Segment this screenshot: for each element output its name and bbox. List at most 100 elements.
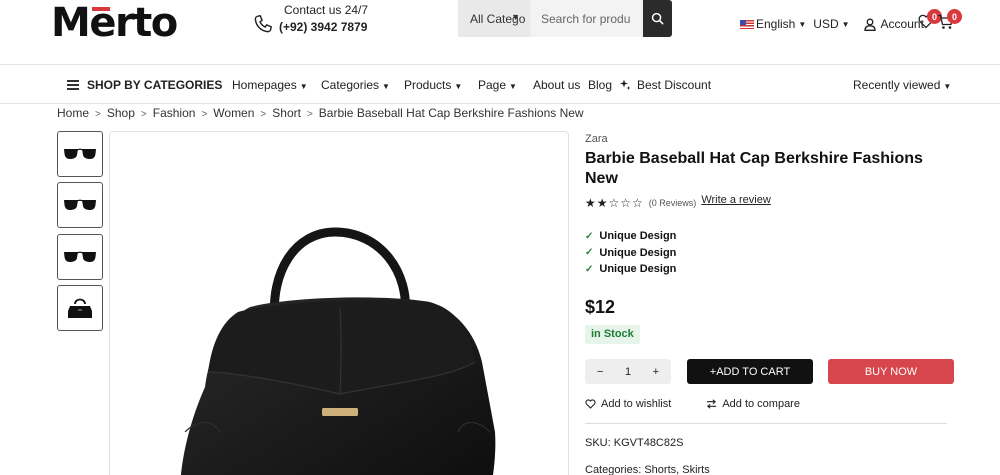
header-tools: English ▼ USD ▼ Account xyxy=(740,16,924,32)
logo[interactable]: Merto xyxy=(51,0,178,46)
nav-label: Page xyxy=(478,78,507,92)
nav-blog[interactable]: Blog xyxy=(588,78,612,92)
nav-best-discount[interactable]: Best Discount xyxy=(620,78,711,92)
thumbnail-sunglasses[interactable] xyxy=(57,131,103,177)
nav-label: Products xyxy=(404,78,452,92)
wishlist-button[interactable]: 0 xyxy=(918,9,942,32)
chevron-right-icon: > xyxy=(95,109,101,120)
add-to-compare-label: Add to compare xyxy=(722,398,800,410)
feature-item: ✓ Unique Design xyxy=(585,228,676,245)
rating-row: ★★☆☆☆ (0 Reviews) Write a review xyxy=(585,194,771,210)
breadcrumb-current: Barbie Baseball Hat Cap Berkshire Fashio… xyxy=(318,106,584,120)
breadcrumb-women[interactable]: Women xyxy=(213,106,254,120)
sku-value: KGVT48C82S xyxy=(613,437,684,449)
search-icon xyxy=(651,12,664,25)
sunglasses-image xyxy=(64,148,96,159)
chevron-down-icon: ▼ xyxy=(943,82,952,91)
check-icon: ✓ xyxy=(585,263,594,275)
language-select[interactable]: English xyxy=(756,17,795,31)
nav-label: Best Discount xyxy=(637,78,712,92)
breadcrumb-fashion[interactable]: Fashion xyxy=(153,106,196,120)
quantity-value[interactable]: 1 xyxy=(625,366,631,378)
chevron-down-icon: ▼ xyxy=(299,82,308,91)
chevron-down-icon: ▼ xyxy=(841,19,850,29)
contact-label: Contact us 24/7 xyxy=(284,3,369,17)
shop-by-label: SHOP BY CATEGORIES xyxy=(87,78,223,92)
nav-label: Blog xyxy=(588,78,613,92)
feature-item: ✓ Unique Design xyxy=(585,261,676,278)
chevron-down-icon: ▼ xyxy=(509,82,517,91)
recently-viewed-label: Recently viewed xyxy=(853,78,941,92)
site-header: Merto Contact us 24/7 (+92) 3942 7879 Al… xyxy=(0,0,1000,65)
contact-phone[interactable]: (+92) 3942 7879 xyxy=(279,20,367,34)
logo-accent: e xyxy=(89,0,116,46)
sunglasses-image xyxy=(64,199,96,210)
product-brand[interactable]: Zara xyxy=(585,133,608,145)
category-select[interactable]: All Catego ▼ xyxy=(458,0,530,37)
categories-value[interactable]: Shorts, Skirts xyxy=(644,464,709,475)
search-button[interactable] xyxy=(643,0,672,37)
nav-categories[interactable]: Categories ▼ xyxy=(321,78,390,92)
cart-button[interactable]: 0 xyxy=(937,9,962,33)
handbag-image xyxy=(68,298,92,318)
product-main-image[interactable] xyxy=(109,131,569,475)
chevron-down-icon: ▼ xyxy=(454,82,463,91)
add-to-compare-button[interactable]: Add to compare xyxy=(706,398,800,410)
breadcrumb-home[interactable]: Home xyxy=(57,106,89,120)
search-input[interactable] xyxy=(531,0,641,37)
nav-about-us[interactable]: About us xyxy=(533,78,580,92)
add-to-cart-button[interactable]: +ADD TO CART xyxy=(687,359,813,384)
product-title: Barbie Baseball Hat Cap Berkshire Fashio… xyxy=(585,150,923,187)
logo-part: M xyxy=(51,0,91,46)
search-bar: All Catego ▼ xyxy=(458,0,672,37)
feature-label: Unique Design xyxy=(599,246,677,259)
phone-icon xyxy=(254,15,272,33)
nav-label: Categories xyxy=(321,78,380,92)
feature-item: ✓ Unique Design xyxy=(585,245,676,262)
write-review-link[interactable]: Write a review xyxy=(701,194,770,206)
thumbnail-sunglasses[interactable] xyxy=(57,182,103,228)
quantity-increase-button[interactable]: + xyxy=(653,366,659,378)
recently-viewed-dropdown[interactable]: Recently viewed ▼ xyxy=(853,78,951,92)
logo-part: rto xyxy=(114,0,178,46)
shop-by-categories-button[interactable]: SHOP BY CATEGORIES xyxy=(67,78,222,92)
chevron-down-icon: ▼ xyxy=(382,82,390,91)
rating-stars: ★★☆☆☆ xyxy=(585,196,644,210)
thumbnail-handbag[interactable] xyxy=(57,285,103,331)
check-icon: ✓ xyxy=(585,230,594,242)
currency-select[interactable]: USD xyxy=(813,17,838,31)
nav-label: About us xyxy=(533,78,581,92)
feature-label: Unique Design xyxy=(599,230,677,243)
main-nav: SHOP BY CATEGORIES Homepages ▼ Categories… xyxy=(0,66,1000,104)
sunglasses-image xyxy=(64,251,96,262)
us-flag-icon xyxy=(740,19,754,29)
chevron-right-icon: > xyxy=(260,109,267,120)
breadcrumb-short[interactable]: Short xyxy=(272,106,301,120)
compare-icon xyxy=(707,399,717,409)
nav-homepages[interactable]: Homepages ▼ xyxy=(232,78,308,92)
chevron-right-icon: > xyxy=(140,109,147,120)
menu-icon xyxy=(67,80,79,90)
nav-page[interactable]: Page ▼ xyxy=(478,78,517,92)
divider xyxy=(585,423,947,424)
cart-count-badge: 0 xyxy=(947,9,962,24)
product-actions: Add to wishlist Add to compare xyxy=(585,398,800,410)
account-link[interactable]: Account xyxy=(863,17,924,31)
quantity-stepper: − 1 + xyxy=(585,359,671,384)
categories-label: Categories: xyxy=(585,464,642,475)
quantity-decrease-button[interactable]: − xyxy=(597,366,603,378)
feature-label: Unique Design xyxy=(599,263,677,276)
categories-row: Categories: Shorts, Skirts xyxy=(585,464,710,475)
check-icon: ✓ xyxy=(585,247,594,259)
feature-list: ✓ Unique Design ✓ Unique Design ✓ Unique De… xyxy=(585,228,676,278)
add-to-wishlist-button[interactable]: Add to wishlist xyxy=(585,398,671,410)
user-icon xyxy=(863,18,876,31)
thumbnail-sunglasses[interactable] xyxy=(57,234,103,280)
chevron-right-icon: > xyxy=(201,109,208,120)
product-price: $12 xyxy=(585,297,616,317)
sku-row: SKU: KGVT48C82S xyxy=(585,437,683,449)
sparkle-icon xyxy=(620,79,631,90)
buy-now-button[interactable]: BUY NOW xyxy=(828,359,954,384)
nav-products[interactable]: Products ▼ xyxy=(404,78,462,92)
breadcrumb-shop[interactable]: Shop xyxy=(107,106,135,120)
